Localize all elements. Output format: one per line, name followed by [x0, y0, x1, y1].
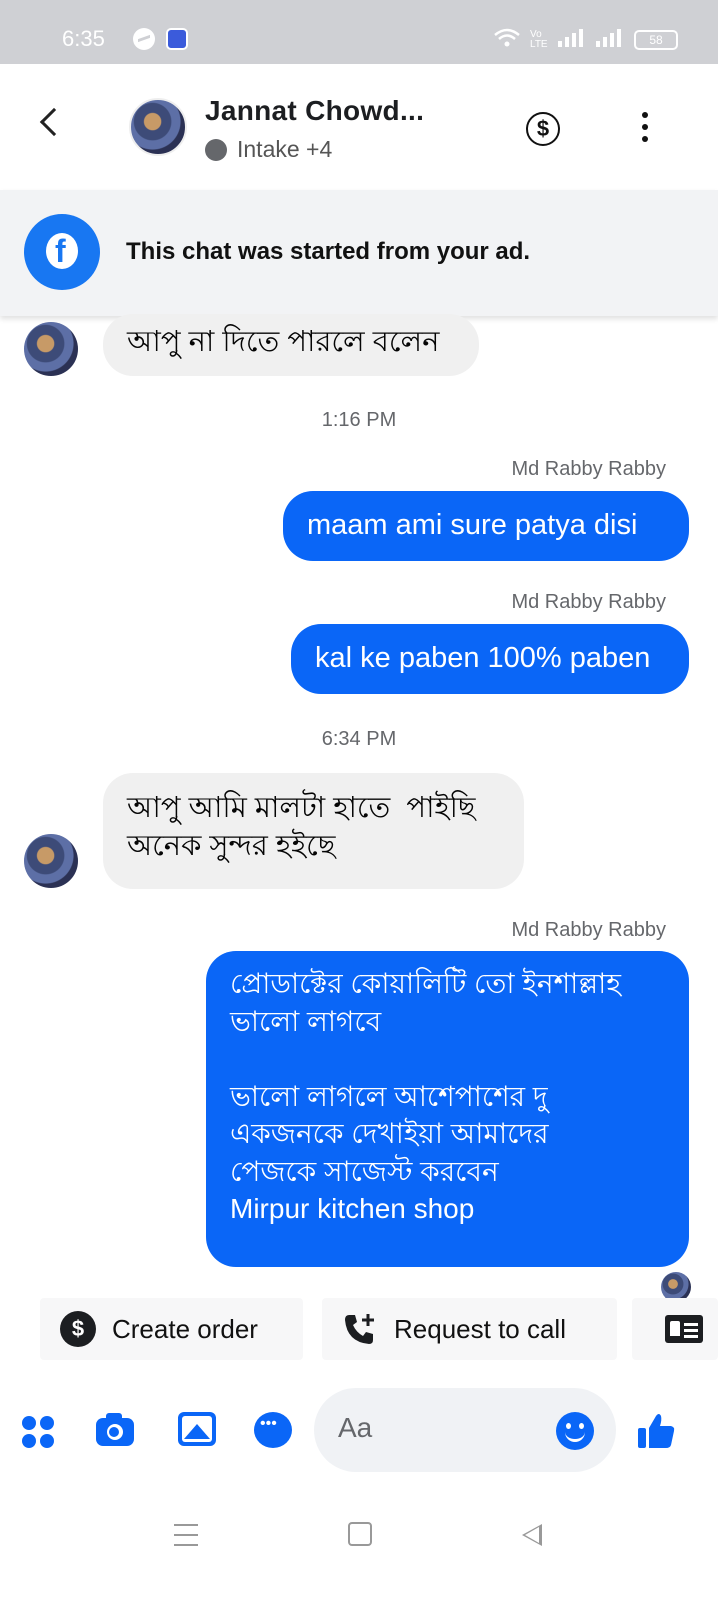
contact-avatar[interactable]	[129, 98, 187, 156]
emoji-icon[interactable]	[556, 1412, 594, 1450]
message-timestamp: 6:34 PM	[321, 728, 397, 750]
message-composer: Aa	[0, 1380, 718, 1480]
back-icon	[39, 107, 69, 137]
contact-label: Intake +4	[237, 136, 333, 162]
gallery-button[interactable]	[178, 1410, 218, 1450]
status-indicators: Vo LTE 58	[494, 28, 678, 51]
dollar-icon: $	[60, 1311, 96, 1347]
system-back-button[interactable]	[522, 1524, 542, 1546]
more-options-button[interactable]	[640, 112, 650, 146]
signal-icon	[558, 29, 586, 50]
ad-banner: This chat was started from your ad.	[0, 190, 718, 316]
like-button[interactable]	[636, 1410, 676, 1450]
network-label: Vo LTE	[530, 28, 548, 50]
chat-button[interactable]	[254, 1410, 294, 1450]
payment-button[interactable]: $	[526, 112, 560, 146]
create-order-button[interactable]: $ Create order	[40, 1298, 303, 1360]
status-dot-icon	[205, 138, 227, 161]
message-incoming[interactable]: আপু আমি মালটা হাতে পাইছি অনেক সুন্দর হইছ…	[103, 773, 524, 889]
contact-name[interactable]: Jannat Chowd...	[205, 95, 424, 127]
chat-icon	[254, 1412, 292, 1448]
sender-name: Md Rabby Rabby	[511, 458, 666, 480]
request-to-call-button[interactable]: Request to call	[322, 1298, 617, 1360]
signal-icon	[596, 29, 624, 50]
system-nav-bar	[0, 1490, 718, 1599]
back-button[interactable]	[30, 98, 82, 150]
message-incoming[interactable]: আপু না দিতে পারলে বলেন	[103, 314, 479, 376]
chat-header	[0, 64, 718, 190]
message-input[interactable]: Aa	[314, 1388, 616, 1472]
message-outgoing[interactable]: প্রোডাক্টের কোয়ালিটি তো ইনশাল্লাহ ভালো …	[206, 951, 689, 1267]
home-button[interactable]	[348, 1522, 372, 1546]
gallery-icon	[178, 1412, 216, 1446]
sender-name: Md Rabby Rabby	[511, 591, 666, 613]
battery-icon: 58	[634, 29, 678, 50]
facebook-logo-icon	[24, 214, 100, 290]
recent-apps-button[interactable]	[174, 1524, 198, 1546]
sender-avatar[interactable]	[24, 834, 78, 888]
message-outgoing[interactable]: maam ami sure patya disi	[283, 491, 689, 561]
apps-button[interactable]	[20, 1410, 60, 1450]
contact-subtitle[interactable]: Intake +4	[205, 136, 332, 163]
contact-card-icon	[665, 1315, 703, 1343]
status-time: 6:35	[62, 26, 105, 51]
message-timestamp: 1:16 PM	[321, 409, 397, 431]
messenger-icon	[133, 28, 155, 50]
status-bar: 6:35 Vo LTE 58	[0, 0, 718, 64]
camera-button[interactable]	[94, 1410, 134, 1450]
ad-banner-text: This chat was started from your ad.	[126, 238, 531, 265]
like-icon	[636, 1414, 678, 1456]
sender-avatar[interactable]	[24, 322, 78, 376]
sender-name: Md Rabby Rabby	[511, 919, 666, 941]
request-to-call-label: Request to call	[394, 1313, 566, 1344]
create-order-label: Create order	[112, 1313, 258, 1344]
phone-add-icon	[342, 1311, 378, 1347]
contact-card-button[interactable]	[632, 1298, 718, 1360]
more-icon	[642, 112, 648, 118]
message-input-placeholder: Aa	[338, 1412, 373, 1443]
message-outgoing[interactable]: kal ke paben 100% paben	[291, 624, 689, 694]
app-icon	[166, 28, 188, 50]
wifi-icon	[494, 28, 520, 51]
dollar-icon: $	[536, 116, 550, 141]
